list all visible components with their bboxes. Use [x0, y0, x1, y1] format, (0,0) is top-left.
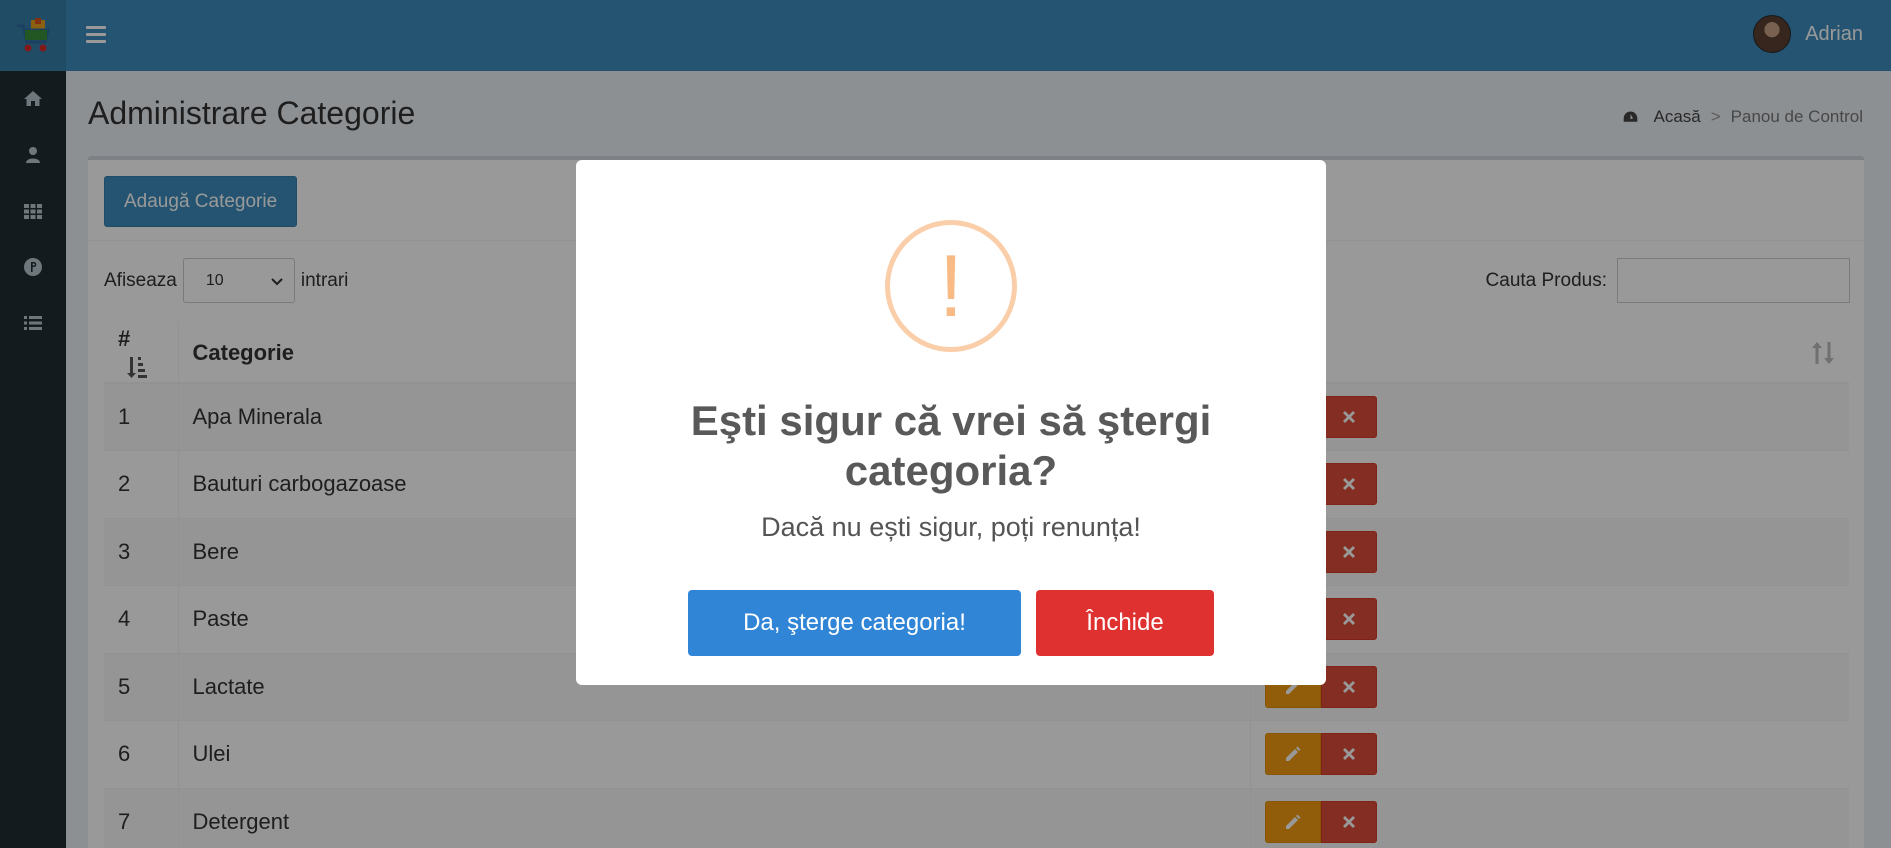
- warning-icon: !: [885, 220, 1017, 352]
- dialog-text: Dacă nu ești sigur, poți renunța!: [761, 512, 1141, 542]
- warning-icon-glyph: !: [938, 236, 964, 335]
- confirm-delete-button[interactable]: Da, şterge categoria!: [688, 590, 1021, 656]
- dialog-actions: Da, şterge categoria! Închide: [576, 590, 1326, 656]
- dialog-title: Eşti sigur că vrei să ştergi categoria?: [690, 397, 1212, 494]
- close-button[interactable]: Închide: [1036, 590, 1214, 656]
- delete-confirm-dialog: ! Eşti sigur că vrei să ştergi categoria…: [576, 160, 1326, 685]
